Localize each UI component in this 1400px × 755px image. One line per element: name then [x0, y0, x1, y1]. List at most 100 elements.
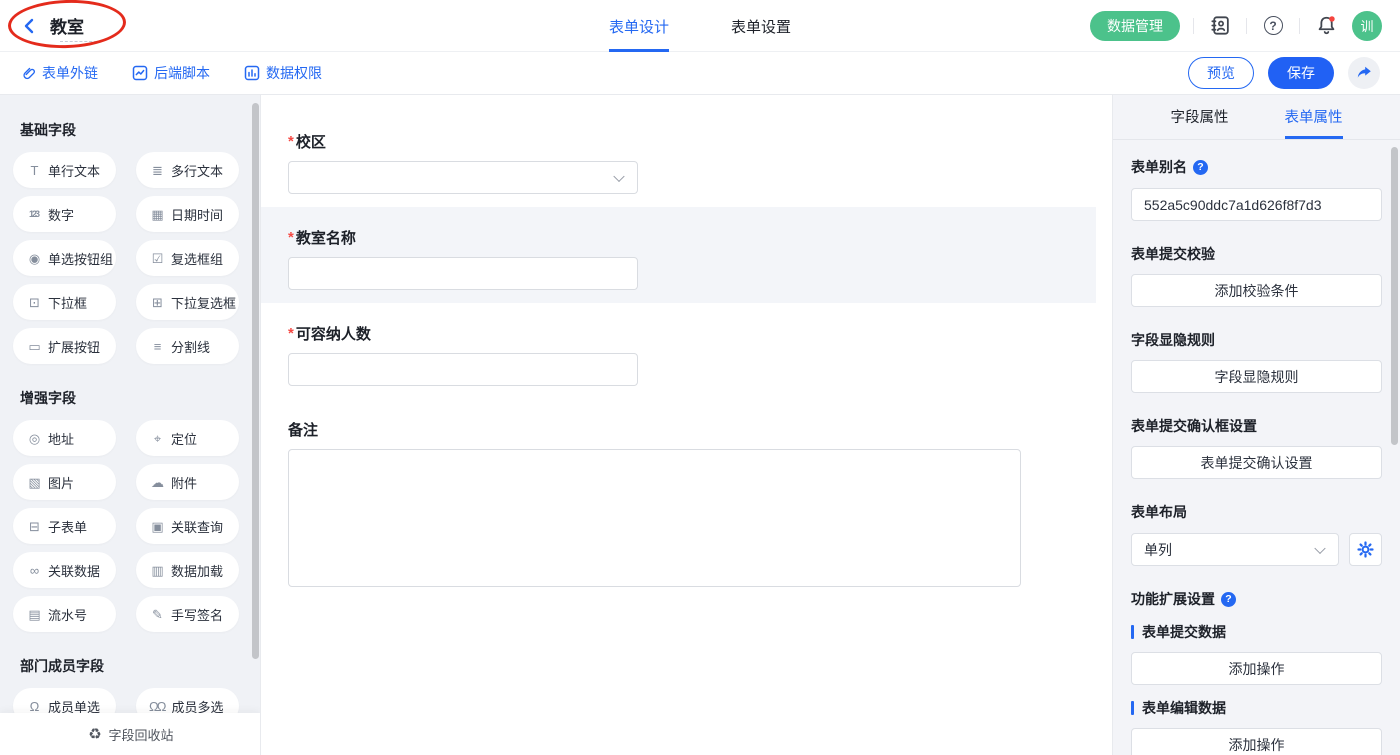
submit-confirm-settings-button[interactable]: 表单提交确认设置: [1131, 446, 1382, 479]
layout-settings-button[interactable]: [1349, 533, 1382, 566]
form-layout-label: 表单布局: [1131, 502, 1382, 522]
field-pill-signature[interactable]: ✎ 手写签名: [136, 596, 239, 632]
help-icon[interactable]: ?: [1193, 160, 1208, 175]
help-button[interactable]: ?: [1260, 13, 1286, 39]
properties-panel: 字段属性 表单属性 表单别名 ? 552a5c90ddc7a1d626f8f7d…: [1112, 95, 1400, 755]
avatar[interactable]: 训: [1352, 11, 1382, 41]
radio-icon: ◉: [26, 252, 41, 265]
sidebar-scrollbar[interactable]: [252, 103, 259, 659]
pill-label: 关联查询: [171, 517, 223, 536]
campus-select[interactable]: [288, 161, 638, 194]
required-mark: *: [288, 229, 294, 246]
add-action-submit-button[interactable]: 添加操作: [1131, 652, 1382, 685]
contacts-book-icon: [1210, 15, 1231, 36]
pill-label: 日期时间: [171, 205, 223, 224]
field-pill-attachment[interactable]: ☁附件: [136, 464, 239, 500]
field-pill-checkbox-group[interactable]: ☑复选框组: [136, 240, 239, 276]
field-pill-multi-dropdown[interactable]: ⊞下拉复选框: [136, 284, 239, 320]
field-row-classroom-name[interactable]: * 教室名称: [261, 207, 1096, 303]
signature-pen-icon: ✎: [149, 608, 164, 621]
field-row-campus[interactable]: * 校区: [261, 111, 1096, 207]
field-pill-number[interactable]: 123数字: [13, 196, 116, 232]
pill-label: 扩展按钮: [48, 337, 100, 356]
member-multi-icon: ΩΩ: [149, 700, 164, 713]
add-validation-button[interactable]: 添加校验条件: [1131, 274, 1382, 307]
field-pill-data-load[interactable]: ▥数据加载: [136, 552, 239, 588]
form-canvas: * 校区 * 教室名称 * 可容纳人数: [261, 95, 1112, 755]
field-pill-divider-line[interactable]: ≡分割线: [136, 328, 239, 364]
share-button[interactable]: [1348, 57, 1380, 89]
field-pill-radio-group[interactable]: ◉ 单选按钮组: [13, 240, 116, 276]
field-pill-extend-button[interactable]: ▭ 扩展按钮: [13, 328, 116, 364]
field-pill-serial-number[interactable]: ▤流水号: [13, 596, 116, 632]
form-alias-input[interactable]: 552a5c90ddc7a1d626f8f7d3: [1131, 188, 1382, 221]
pill-label: 关联数据: [48, 561, 100, 580]
dropdown-icon: ⊡: [26, 296, 41, 309]
data-manage-button[interactable]: 数据管理: [1090, 11, 1180, 41]
help-icon[interactable]: ?: [1221, 592, 1236, 607]
accent-bar: [1131, 625, 1134, 639]
add-action-edit-button[interactable]: 添加操作: [1131, 728, 1382, 755]
contacts-book-button[interactable]: [1207, 13, 1233, 39]
field-pill-address[interactable]: ◎地址: [13, 420, 116, 456]
field-pill-image[interactable]: ▧图片: [13, 464, 116, 500]
address-pin-icon: ◎: [26, 432, 41, 445]
field-pill-subform[interactable]: ⊟子表单: [13, 508, 116, 544]
field-label: 校区: [296, 131, 326, 152]
main-body: 基础字段 T单行文本 ≣多行文本 123数字 ▦日期时间 ◉单选按钮组 ☑复选框…: [0, 95, 1400, 755]
field-recycle-bin-button[interactable]: ♻ 字段回收站: [0, 713, 260, 755]
remark-textarea[interactable]: [288, 449, 1021, 587]
preview-button[interactable]: 预览: [1188, 57, 1254, 89]
form-alias-label-row: 表单别名 ?: [1131, 157, 1382, 177]
field-pill-linked-data[interactable]: ∞关联数据: [13, 552, 116, 588]
toolbar-link-label: 后端脚本: [154, 63, 210, 83]
link-icon: [20, 65, 36, 81]
header-left: 教室: [18, 0, 358, 51]
enhanced-fields-grid: ◎地址 ⌖定位 ▧图片 ☁附件 ⊟子表单 ▣关联查询 ∞关联数据 ▥数据加载 ▤…: [13, 420, 239, 632]
field-pill-linked-query[interactable]: ▣关联查询: [136, 508, 239, 544]
field-pill-datetime[interactable]: ▦日期时间: [136, 196, 239, 232]
field-row-capacity[interactable]: * 可容纳人数: [261, 303, 1096, 399]
field-pill-multi-line-text[interactable]: ≣多行文本: [136, 152, 239, 188]
save-button[interactable]: 保存: [1268, 57, 1334, 89]
pill-label: 数据加载: [171, 561, 223, 580]
extend-button-icon: ▭: [26, 340, 41, 353]
script-icon: [132, 65, 148, 81]
tab-form-design[interactable]: 表单设计: [609, 0, 669, 52]
capacity-input[interactable]: [288, 353, 638, 386]
share-arrow-icon: [1356, 65, 1372, 81]
field-label: 备注: [288, 419, 318, 440]
pill-label: 子表单: [48, 517, 87, 536]
field-visibility-rules-button[interactable]: 字段显隐规则: [1131, 360, 1382, 393]
locate-target-icon: ⌖: [149, 432, 164, 445]
form-alias-label: 表单别名: [1131, 157, 1187, 177]
data-permission-link[interactable]: 数据权限: [244, 63, 322, 83]
form-layout-select[interactable]: 单列: [1131, 533, 1339, 566]
panel-scrollbar[interactable]: [1391, 147, 1398, 445]
attachment-cloud-icon: ☁: [149, 476, 164, 489]
form-layout-value: 单列: [1144, 540, 1172, 560]
back-button[interactable]: [18, 14, 40, 38]
form-external-link[interactable]: 表单外链: [20, 63, 98, 83]
notification-bell-button[interactable]: [1313, 13, 1339, 39]
tab-form-settings[interactable]: 表单设置: [731, 0, 791, 52]
edit-data-label: 表单编辑数据: [1142, 698, 1226, 718]
required-mark: *: [288, 133, 294, 150]
pill-label: 图片: [48, 473, 74, 492]
field-pill-locate[interactable]: ⌖定位: [136, 420, 239, 456]
tab-field-properties[interactable]: 字段属性: [1171, 95, 1229, 139]
pill-label: 手写签名: [171, 605, 223, 624]
backend-script-link[interactable]: 后端脚本: [132, 63, 210, 83]
field-pill-single-line-text[interactable]: T单行文本: [13, 152, 116, 188]
header: 教室 表单设计 表单设置 数据管理 ?: [0, 0, 1400, 52]
classroom-name-input[interactable]: [288, 257, 638, 290]
field-row-remark[interactable]: 备注: [261, 399, 1096, 600]
chevron-down-icon: [1314, 542, 1325, 553]
tab-form-properties[interactable]: 表单属性: [1285, 95, 1343, 139]
serial-number-icon: ▤: [26, 608, 41, 621]
pill-label: 单选按钮组: [48, 249, 113, 268]
section-title-enhanced-fields: 增强字段: [20, 388, 239, 408]
checkbox-icon: ☑: [149, 252, 164, 265]
field-pill-dropdown[interactable]: ⊡下拉框: [13, 284, 116, 320]
header-right: 数据管理 ? 训: [1090, 11, 1382, 41]
